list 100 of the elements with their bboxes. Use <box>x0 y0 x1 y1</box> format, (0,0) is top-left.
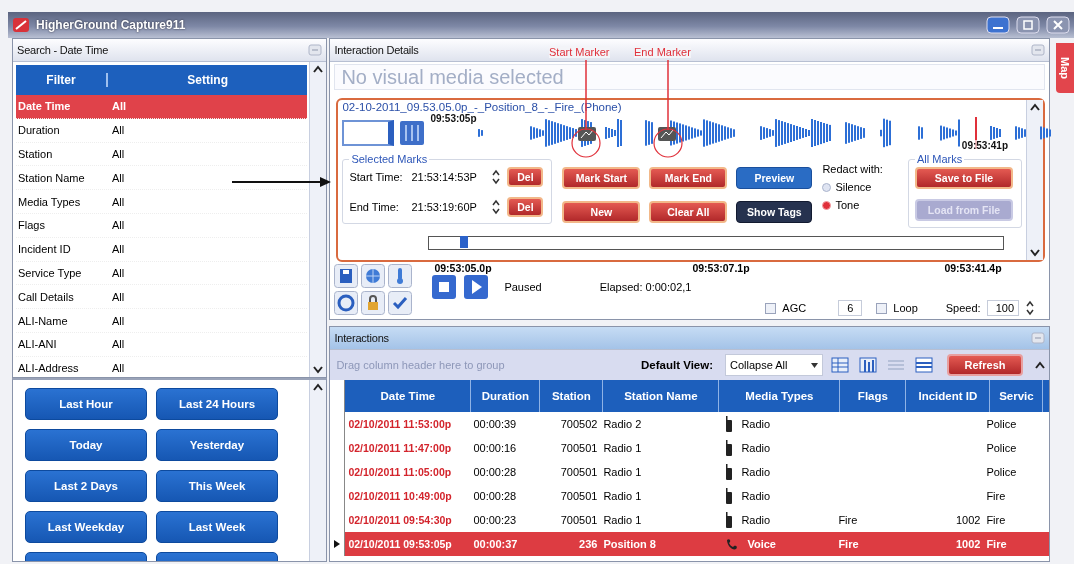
minimize-button[interactable] <box>986 16 1010 34</box>
floppy-icon[interactable] <box>334 264 359 288</box>
quick-button[interactable]: Last 2 Days <box>25 470 147 502</box>
action-button[interactable]: Clear All <box>649 201 728 223</box>
filter-setting: All <box>111 362 125 375</box>
date-cell-text: 02/10/2011 10:49:00p <box>347 490 453 502</box>
spinner-icon[interactable] <box>491 169 502 185</box>
thermometer-icon[interactable] <box>388 264 413 288</box>
column-header[interactable]: Flags <box>840 380 907 412</box>
action-button[interactable]: Mark Start <box>562 167 641 189</box>
time-field[interactable]: 21:53:19:60P <box>411 201 488 213</box>
filter-setting: All <box>111 314 125 327</box>
table-cell-text: Police <box>985 418 1018 430</box>
table-row[interactable]: 02/10/2011 09:53:05p 00:00:37 236 Position 8 Voice Fire 1002 Fire <box>345 532 1049 556</box>
column-header[interactable]: Setting <box>108 73 308 87</box>
scrollbar[interactable] <box>309 380 327 561</box>
maximize-button[interactable] <box>1016 16 1040 34</box>
map-tab[interactable]: Map <box>1056 43 1074 93</box>
columns-icon[interactable] <box>857 354 879 376</box>
radio-icon <box>725 512 734 528</box>
quick-button[interactable]: Last 24 Hours <box>156 388 278 420</box>
table-row[interactable]: 02/10/2011 11:53:00p 00:00:39 700502 Radio 2 Radio Police <box>345 412 1049 436</box>
checkbox-label: AGC <box>782 302 807 314</box>
spinner-icon[interactable] <box>491 199 502 215</box>
column-header[interactable]: Filter <box>16 73 108 87</box>
quick-button[interactable]: Yesterday <box>156 429 278 461</box>
filter-row[interactable]: Duration All <box>16 118 308 143</box>
padlock-icon[interactable] <box>361 291 386 315</box>
ring-icon[interactable] <box>334 291 359 315</box>
quick-button[interactable]: This Week <box>156 470 278 502</box>
column-header[interactable]: Station Name <box>603 380 720 412</box>
quick-button[interactable]: Last Weekday <box>25 511 147 543</box>
time-field[interactable]: 21:53:14:53P <box>411 171 488 183</box>
table-cell: Radio <box>741 490 771 502</box>
timeline-thumb[interactable] <box>459 236 468 248</box>
close-button[interactable] <box>1046 16 1070 34</box>
scrollbar[interactable] <box>1026 100 1043 260</box>
filter-row[interactable]: Media Types All <box>16 190 308 214</box>
filter-row[interactable]: Station Name All <box>16 166 308 191</box>
table-cell-text: 00:00:16 <box>472 442 518 454</box>
field-label: Default View: <box>641 359 713 371</box>
filter-setting: All <box>111 243 125 256</box>
quick-button[interactable]: Last Hour <box>25 388 147 420</box>
filter-setting: All <box>111 195 125 208</box>
table-row[interactable]: 02/10/2011 10:49:00p 00:00:28 700501 Radio 1 Radio Fire <box>345 484 1049 508</box>
panel-title: Interaction Details <box>334 44 419 56</box>
filter-row[interactable]: Station All <box>16 142 308 167</box>
file-button[interactable]: Save to File <box>915 167 1013 189</box>
clip-frame <box>342 120 395 146</box>
stop-button[interactable] <box>432 275 457 299</box>
view-dropdown[interactable]: Collapse All <box>725 354 823 376</box>
window-title: HigherGround Capture911 <box>36 18 187 32</box>
filter-row[interactable]: Date Time All <box>16 95 308 119</box>
column-header[interactable]: Station <box>540 380 604 412</box>
row-pointer-icon <box>334 540 341 548</box>
film-icon <box>400 121 425 145</box>
filter-row[interactable]: Flags All <box>16 214 308 238</box>
spinner-icon[interactable] <box>1025 300 1035 316</box>
table-cell: Radio <box>741 442 771 454</box>
action-button[interactable]: Show Tags <box>736 201 813 223</box>
grid-icon[interactable] <box>829 354 851 376</box>
quick-button[interactable]: Today <box>25 429 147 461</box>
checkmark-icon[interactable] <box>388 291 413 315</box>
speed-field[interactable]: 100 <box>986 300 1019 316</box>
column-header[interactable]: Servic <box>990 380 1044 412</box>
refresh-button[interactable]: Refresh <box>947 354 1023 376</box>
action-button[interactable]: Preview <box>736 167 813 189</box>
filter-name: Date Time <box>17 100 72 113</box>
scrollbar[interactable] <box>309 62 327 377</box>
column-header[interactable]: Date Time <box>345 380 472 412</box>
column-header[interactable]: Media Types <box>719 380 841 412</box>
date-cell-text: 02/10/2011 11:53:00p <box>347 418 453 430</box>
quick-button[interactable]: Last Week <box>156 511 278 543</box>
radio-button[interactable] <box>822 182 832 192</box>
play-button[interactable] <box>464 275 489 299</box>
delete-button[interactable]: Del <box>507 197 544 217</box>
action-button[interactable]: New <box>562 201 641 223</box>
checkbox[interactable] <box>765 302 777 314</box>
table-row[interactable]: 02/10/2011 11:05:00p 00:00:28 700501 Radio 1 Radio Police <box>345 460 1049 484</box>
delete-button[interactable]: Del <box>507 167 544 187</box>
panel-title: Interactions <box>334 332 389 344</box>
table-cell-text: 700501 <box>559 442 599 454</box>
radio-icon <box>725 440 734 456</box>
table-row[interactable]: 02/10/2011 09:54:30p 00:00:23 700501 Radio 1 Radio Fire 1002 Fire <box>345 508 1049 532</box>
filter-row[interactable]: Incident ID All <box>16 237 308 262</box>
column-header[interactable]: Incident ID <box>906 380 991 412</box>
table-cell-text: 700501 <box>559 490 599 502</box>
column-header[interactable]: Duration <box>471 380 541 412</box>
table-row[interactable]: 02/10/2011 11:47:00p 00:00:16 700501 Radio 1 Radio Police <box>345 436 1049 460</box>
filter-setting: All <box>111 266 125 279</box>
checkbox[interactable] <box>876 302 888 314</box>
radio-button[interactable] <box>822 200 832 210</box>
filter-row[interactable]: Call Details All <box>16 285 308 310</box>
filter-row[interactable]: ALI-Name All <box>16 309 308 333</box>
gain-field[interactable]: 6 <box>838 300 863 316</box>
globe-icon[interactable] <box>361 264 386 288</box>
action-button[interactable]: Mark End <box>649 167 728 189</box>
filter-row[interactable]: ALI-ANI All <box>16 332 308 357</box>
list-icon[interactable] <box>913 354 935 376</box>
filter-row[interactable]: Service Type All <box>16 261 308 286</box>
